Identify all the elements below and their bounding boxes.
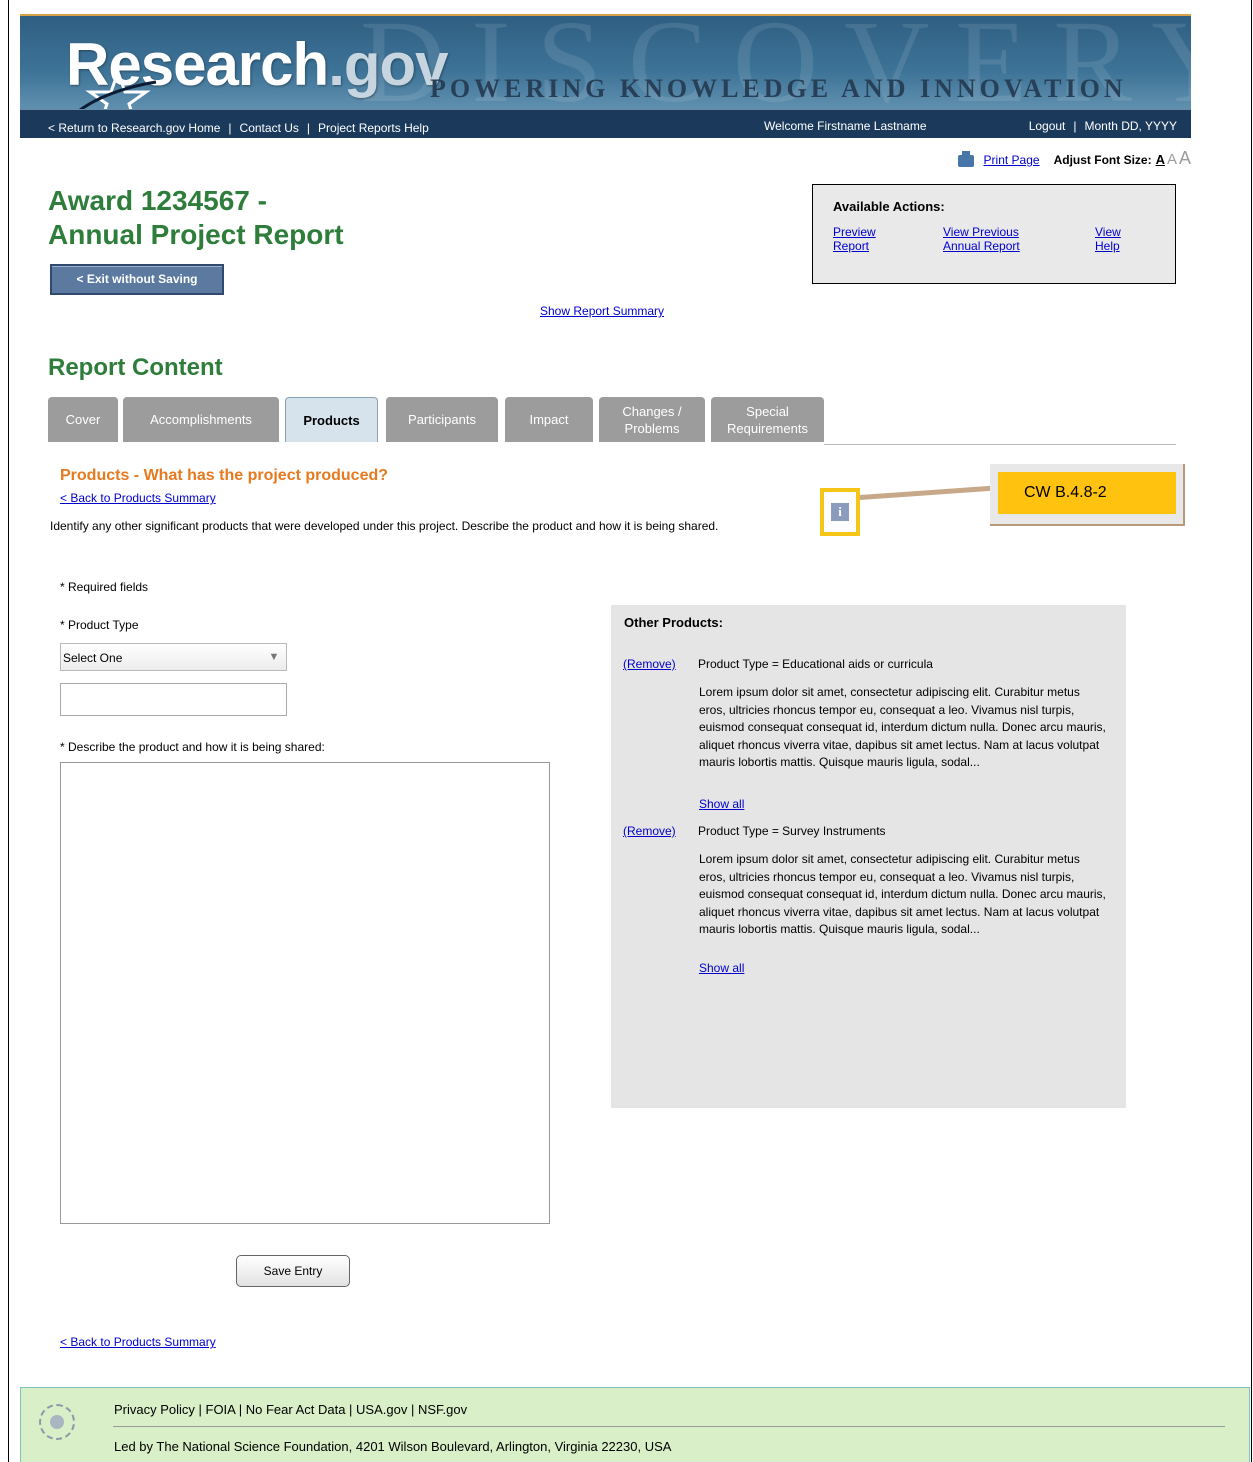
product-description: Lorem ipsum dolor sit amet, consectetur … [699,852,1106,937]
welcome-text: Welcome Firstname Lastname [764,119,927,133]
font-size-large-button[interactable]: A [1179,148,1191,168]
product-type-text: Product Type = Educational aids or curri… [698,657,933,671]
site-footer: Privacy Policy | FOIA | No Fear Act Data… [20,1387,1250,1462]
report-name: Annual Project Report [48,219,344,250]
product-type-label: * Product Type [60,618,139,632]
tabs-divider [824,444,1176,445]
product-type-other-input[interactable] [60,683,287,716]
annotation-label: CW B.4.8-2 [998,472,1176,514]
tab-accomplishments[interactable]: Accomplishments [123,397,279,442]
nsf-seal-icon [39,1404,75,1440]
header-date: Month DD, YYYY [1084,119,1177,133]
describe-product-label: * Describe the product and how it is bei… [60,740,325,754]
tab-participants[interactable]: Participants [386,397,498,442]
info-icon[interactable]: i [831,503,849,521]
remove-product-link[interactable]: (Remove) [623,824,676,838]
printer-icon[interactable] [957,150,974,167]
header-nav-bar: < Return to Research.gov Home | Contact Us… [20,109,1191,138]
other-products-title: Other Products: [624,615,723,630]
page-title: Award 1234567 - Annual Project Report [48,184,344,252]
products-instruction: Identify any other significant products … [50,519,719,533]
product-type-select[interactable]: Select One ▼ [60,643,287,671]
product-description: Lorem ipsum dolor sit amet, consectetur … [699,685,1106,770]
view-help-link[interactable]: View Help [1095,225,1121,253]
site-header-banner: DISCOVERY Research.gov POWERING KNOWLEDG… [20,14,1191,138]
footer-links[interactable]: Privacy Policy | FOIA | No Fear Act Data… [114,1402,467,1417]
font-size-small-button[interactable]: A [1156,152,1165,167]
tab-impact[interactable]: Impact [505,397,593,442]
return-home-link[interactable]: < Return to Research.gov Home [48,121,220,135]
describe-product-textarea[interactable] [60,762,550,1224]
annotation-callout: CW B.4.8-2 [990,464,1185,526]
back-to-products-summary-link-bottom[interactable]: < Back to Products Summary [60,1335,216,1349]
info-highlight: i [820,488,860,536]
show-all-link[interactable]: Show all [699,797,744,811]
products-heading: Products - What has the project produced… [60,467,389,484]
logout-link[interactable]: Logout [1029,119,1066,133]
required-fields-note: * Required fields [60,580,149,594]
view-previous-annual-report-link[interactable]: View Previous Annual Report [943,225,1020,253]
other-products-panel: Other Products: (Remove) Product Type = … [611,605,1126,1108]
available-actions-title: Available Actions: [833,199,945,214]
product-type-selected-value: Select One [63,651,123,665]
section-title: Report Content [48,354,223,381]
print-page-link[interactable]: Print Page [984,153,1040,167]
banner-tagline: POWERING KNOWLEDGE AND INNOVATION [430,74,1127,103]
exit-without-saving-button[interactable]: < Exit without Saving [50,264,224,295]
font-size-medium-button[interactable]: A [1167,151,1177,168]
product-type-text: Product Type = Survey Instruments [698,824,886,838]
adjust-font-size-label: Adjust Font Size: [1053,153,1152,167]
remove-product-link[interactable]: (Remove) [623,657,676,671]
footer-divider [113,1426,1225,1427]
save-entry-button[interactable]: Save Entry [236,1255,350,1287]
tab-changes-problems[interactable]: Changes / Problems [599,397,705,442]
show-report-summary-link[interactable]: Show Report Summary [540,304,664,318]
contact-us-link[interactable]: Contact Us [240,121,299,135]
back-to-products-summary-link[interactable]: < Back to Products Summary [60,491,216,505]
chevron-down-icon[interactable]: ▼ [266,649,282,665]
tab-cover[interactable]: Cover [48,397,118,442]
tab-products[interactable]: Products [285,397,378,442]
preview-report-link[interactable]: Preview Report [833,225,876,253]
show-all-link[interactable]: Show all [699,961,744,975]
page-tools: Print Page Adjust Font Size: A A A [957,148,1191,169]
available-actions-box: Available Actions: Preview Report View Pr… [812,184,1176,284]
project-reports-help-link[interactable]: Project Reports Help [318,121,429,135]
tab-special-requirements[interactable]: Special Requirements [711,397,824,442]
award-number: Award 1234567 - [48,185,267,216]
footer-address: Led by The National Science Foundation, … [114,1439,672,1454]
